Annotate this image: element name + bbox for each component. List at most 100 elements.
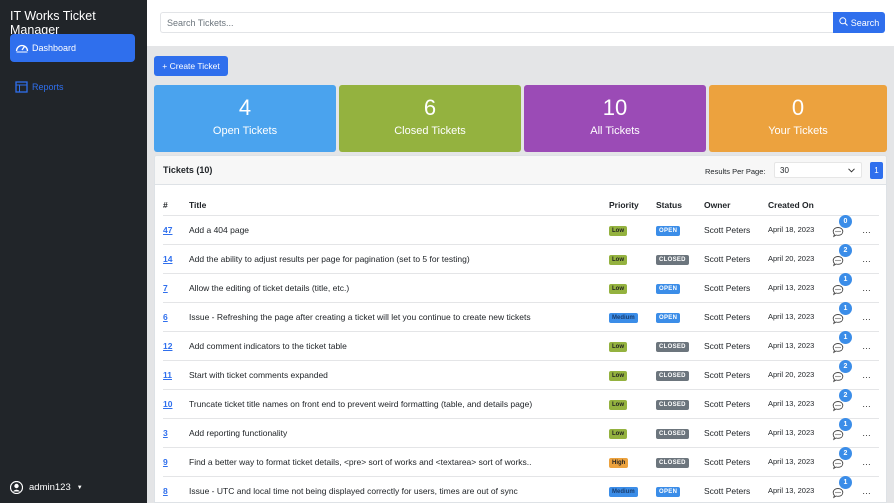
sidebar-item-reports[interactable]: Reports [10,73,135,101]
ticket-id-link[interactable]: 7 [163,283,168,293]
more-actions-icon[interactable]: … [862,486,871,496]
stat-value: 0 [791,95,805,120]
more-actions-icon[interactable]: … [862,254,871,264]
column-header-created-on[interactable]: Created On [768,195,832,216]
table-row[interactable]: 11 Start with ticket comments expanded Low… [163,359,879,390]
ticket-id-link[interactable]: 9 [163,457,168,467]
tickets-panel-header: Tickets (10) Results Per Page: 30 1 [155,156,886,185]
ticket-title: Find a better way to format ticket detai… [189,447,609,477]
stat-card-yours[interactable]: 0 Your Tickets [709,85,887,152]
comments-indicator[interactable]: 1 [832,475,852,501]
priority-badge: Low [609,341,627,352]
table-row[interactable]: 12 Add comment indicators to the ticket t… [163,330,879,361]
ticket-created-on: April 13, 2023 [768,273,832,303]
ticket-created-on: April 20, 2023 [768,244,832,274]
stat-card-open[interactable]: 4 Open Tickets [154,85,336,152]
ticket-title: Truncate ticket title names on front end… [189,389,609,419]
status-badge: CLOSED [656,399,689,410]
comment-icon [832,371,844,385]
column-header-title[interactable]: Title [189,195,609,216]
more-actions-icon[interactable]: … [862,341,871,351]
more-actions-icon[interactable]: … [862,312,871,322]
user-avatar-icon [9,480,24,495]
pagination-page-button[interactable]: 1 [870,162,883,179]
comments-indicator[interactable]: 2 [832,243,852,267]
table-row[interactable]: 6 Issue - Refreshing the page after creat… [163,301,879,332]
search-input[interactable] [160,12,834,33]
ticket-title: Start with ticket comments expanded [189,360,609,390]
ticket-created-on: April 13, 2023 [768,476,832,502]
comments-indicator[interactable]: 1 [832,301,852,325]
ticket-created-on: April 13, 2023 [768,418,832,448]
sidebar-item-dashboard[interactable]: Dashboard [10,34,135,62]
table-row[interactable]: 9 Find a better way to format ticket deta… [163,446,879,477]
comments-indicator[interactable]: 0 [832,214,852,238]
ticket-id-link[interactable]: 6 [163,312,168,322]
column-header-status[interactable]: Status [656,195,704,216]
table-row[interactable]: 7 Allow the editing of ticket details (ti… [163,272,879,303]
results-per-page-select[interactable]: 30 [774,162,862,178]
ticket-id-link[interactable]: 47 [163,225,172,235]
more-actions-icon[interactable]: … [862,399,871,409]
table-row[interactable]: 3 Add reporting functionality Low CLOSED Sco… [163,417,879,448]
more-actions-icon[interactable]: … [862,370,871,380]
column-header-owner[interactable]: Owner [704,195,768,216]
ticket-created-on: April 13, 2023 [768,331,832,361]
ticket-id-link[interactable]: 10 [163,399,172,409]
priority-badge: Low [609,399,627,410]
column-header-actions [862,195,879,216]
table-row[interactable]: 14 Add the ability to adjust results per … [163,243,879,274]
ticket-created-on: April 18, 2023 [768,215,832,245]
comments-indicator[interactable]: 2 [832,388,852,412]
comment-count-badge: 1 [839,417,852,431]
comment-count-badge: 1 [839,475,852,489]
column-header-id[interactable]: # [163,195,189,216]
ticket-id-link[interactable]: 8 [163,486,168,496]
sidebar-item-label: Reports [32,82,64,92]
ticket-owner: Scott Peters [704,244,768,274]
comments-indicator[interactable]: 1 [832,272,852,296]
comments-indicator[interactable]: 2 [832,446,852,470]
table-row[interactable]: 47 Add a 404 page Low OPEN Scott Peters April… [163,214,879,245]
username: admin123 [29,482,71,493]
more-actions-icon[interactable]: … [862,283,871,293]
comments-indicator[interactable]: 1 [832,330,852,354]
more-actions-icon[interactable]: … [862,457,871,467]
stat-card-all[interactable]: 10 All Tickets [524,85,706,152]
ticket-id-link[interactable]: 14 [163,254,172,264]
ticket-id-link[interactable]: 12 [163,341,172,351]
comments-indicator[interactable]: 2 [832,359,852,385]
table-header-row: # Title Priority Status Owner Created On [163,195,879,216]
status-badge: OPEN [656,225,681,236]
ticket-owner: Scott Peters [704,418,768,448]
ticket-title: Issue - UTC and local time not being dis… [189,476,609,502]
ticket-id-link[interactable]: 3 [163,428,168,438]
ticket-id-link[interactable]: 11 [163,370,172,380]
speedometer-icon [15,42,29,54]
priority-badge: Low [609,283,627,294]
column-header-comments [832,195,862,216]
status-badge: CLOSED [656,254,689,265]
status-badge: OPEN [656,312,681,323]
sidebar: IT Works Ticket Manager Dashboard Report… [0,0,147,503]
comments-indicator[interactable]: 1 [832,417,852,441]
more-actions-icon[interactable]: … [862,225,871,235]
user-menu[interactable]: admin123 ▼ [9,480,83,495]
search-button[interactable]: Search [833,12,885,33]
stat-card-closed[interactable]: 6 Closed Tickets [339,85,521,152]
column-header-priority[interactable]: Priority [609,195,656,216]
top-bar: Search [147,0,894,46]
ticket-owner: Scott Peters [704,273,768,303]
ticket-owner: Scott Peters [704,215,768,245]
table-row[interactable]: 8 Issue - UTC and local time not being di… [163,475,879,502]
table-row[interactable]: 10 Truncate ticket title names on front e… [163,388,879,419]
tickets-panel: Tickets (10) Results Per Page: 30 1 # Ti… [154,155,887,503]
ticket-created-on: April 20, 2023 [768,360,832,390]
comment-count-badge: 1 [839,330,852,344]
ticket-owner: Scott Peters [704,360,768,390]
comment-icon [832,487,844,501]
ticket-title: Add reporting functionality [189,418,609,448]
ticket-title: Add comment indicators to the ticket tab… [189,331,609,361]
create-ticket-button[interactable]: + Create Ticket [154,56,228,76]
more-actions-icon[interactable]: … [862,428,871,438]
